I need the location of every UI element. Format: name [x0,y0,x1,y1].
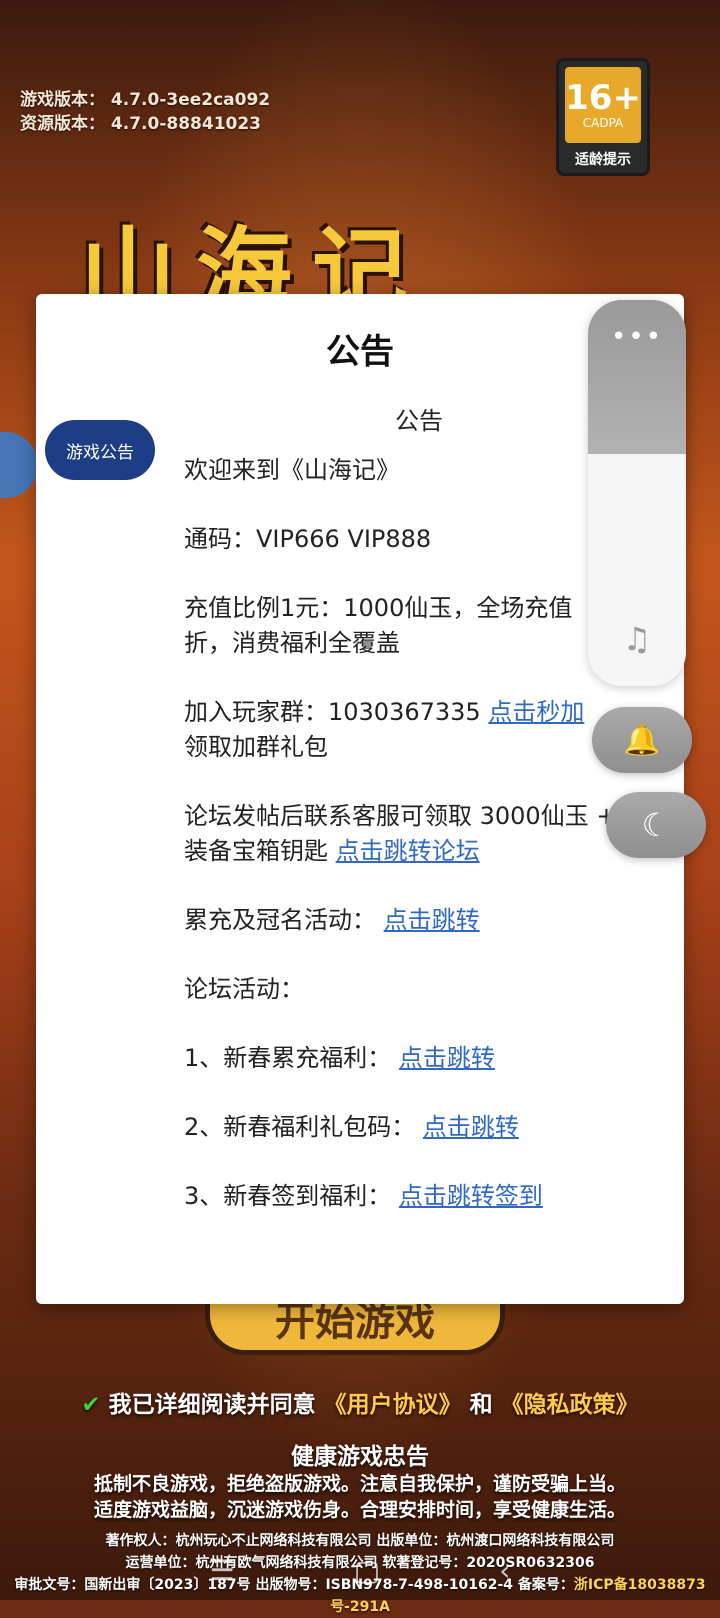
health-advice-title: 健康游戏忠告 [291,1444,429,1470]
night-mode-button[interactable]: ☾ [606,792,706,858]
system-nav-bar: ☰ ▢ ‹ [0,1545,720,1595]
spring-recharge-link[interactable]: 点击跳转 [399,1044,495,1072]
game-logo: 山海记 [80,217,428,295]
health-advice: 健康游戏忠告 抵制不良游戏，拒绝盗版游戏。注意自我保护，谨防受骗上当。 适度游戏… [0,1437,720,1523]
game-version-text: 游戏版本： 4.7.0-3ee2ca092 [20,90,271,110]
health-advice-line: 抵制不良游戏，拒绝盗版游戏。注意自我保护，谨防受骗上当。 [93,1473,626,1495]
agree-prefix: 我已详细阅读并同意 [108,1392,316,1418]
forum-activity-label: 论坛活动： [184,975,304,1003]
announcement-dialog: 公告 游戏公告 公告 欢迎来到《山海记》 通码：VIP666 VIP888 充值… [36,294,684,1304]
accum-text: 累充及冠名活动： 点击跳转 [184,906,480,934]
bell-icon: 🔔 [623,722,661,758]
group-text: 加入玩家群：1030367335 点击秒加 领取加群礼包 [184,698,585,761]
back-icon[interactable]: ‹ [499,1554,510,1587]
join-group-link[interactable]: 点击秒加 [488,698,584,726]
agree-checkbox-icon[interactable]: ✔ [81,1392,100,1418]
floating-control-panel: ••• ♫ [588,300,686,686]
menu-icon[interactable]: ☰ [210,1554,235,1587]
dialog-title: 公告 [326,332,394,372]
list-item: 3、新春签到福利： 点击跳转签到 [184,1182,543,1210]
moon-icon: ☾ [641,806,671,844]
agree-and: 和 [469,1392,493,1418]
user-agreement-link[interactable]: 《用户协议》 [324,1392,462,1418]
spring-signin-link[interactable]: 点击跳转签到 [399,1182,543,1210]
music-icon[interactable]: ♫ [588,620,686,658]
health-advice-line: 适度游戏益脑，沉迷游戏伤身。合理安排时间，享受健康生活。 [93,1499,626,1521]
forum-text: 论坛发帖后联系客服可领取 3000仙玉 +10装备宝箱钥匙 点击跳转论坛 [184,802,647,865]
age-rating-badge: 16+ CADPA 适龄提示 [556,58,650,176]
age-rating: 16+ [565,78,641,118]
cadpa-label: CADPA [582,116,624,130]
list-item: 2、新春福利礼包码： 点击跳转 [184,1113,519,1141]
tab-game-announcement[interactable]: 游戏公告 [45,420,155,480]
accum-link[interactable]: 点击跳转 [384,906,480,934]
more-icon[interactable]: ••• [588,322,686,352]
list-item: 1、新春累充福利： 点击跳转 [184,1044,495,1072]
age-tip-label: 适龄提示 [575,152,631,168]
privacy-policy-link[interactable]: 《隐私政策》 [501,1392,639,1418]
version-info: 游戏版本： 4.7.0-3ee2ca092 资源版本： 4.7.0-888410… [20,88,270,136]
forum-link[interactable]: 点击跳转论坛 [336,837,480,865]
agreement-line: ✔ 我已详细阅读并同意 《用户协议》 和 《隐私政策》 [0,1385,720,1419]
panel-header[interactable]: ••• [588,300,686,454]
notification-button[interactable]: 🔔 [592,707,692,773]
resource-version-text: 资源版本： 4.7.0-88841023 [20,114,262,134]
home-icon[interactable]: ▢ [354,1554,380,1587]
spring-gift-code-link[interactable]: 点击跳转 [423,1113,519,1141]
